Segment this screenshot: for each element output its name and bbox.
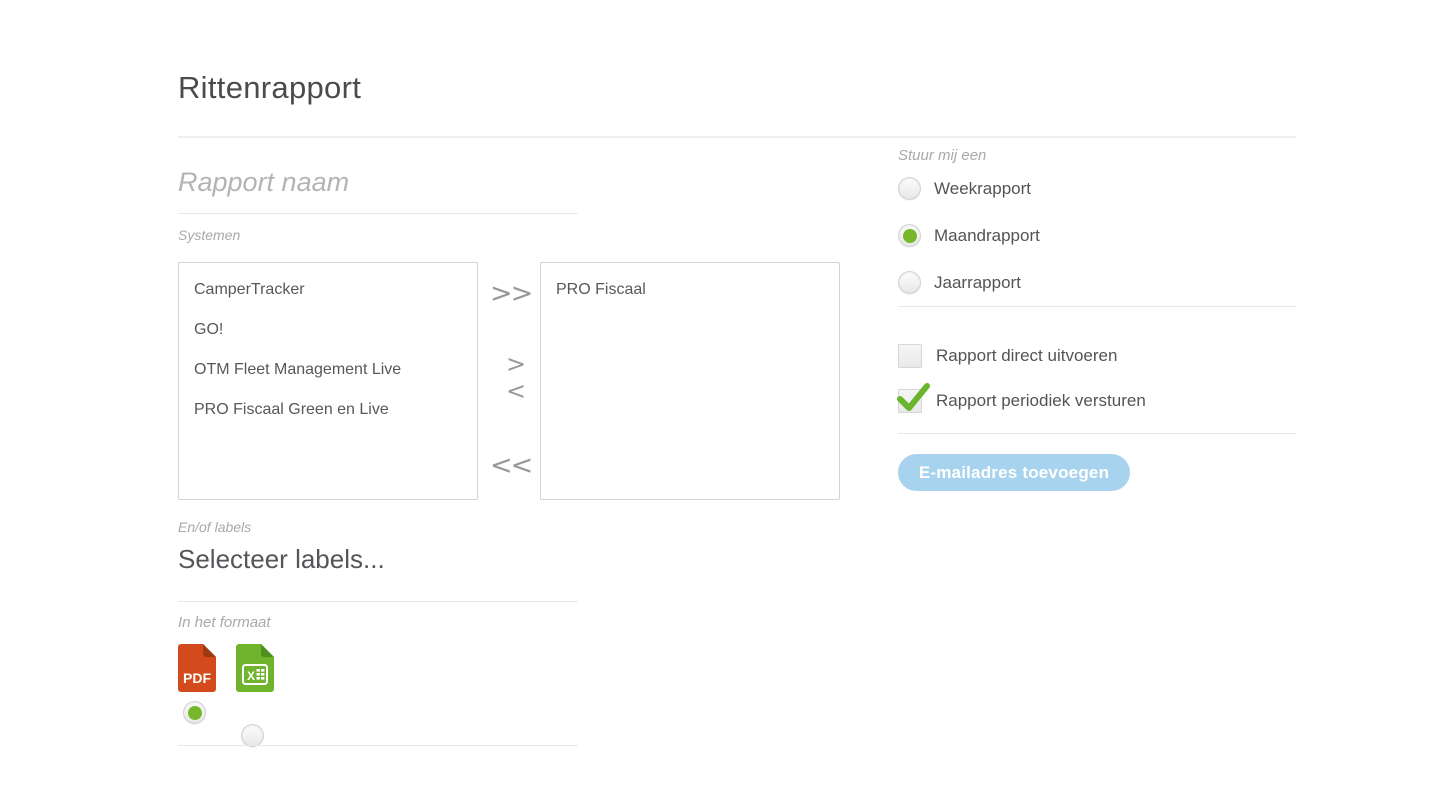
format-divider (178, 745, 578, 746)
radio-label: Weekrapport (934, 179, 1031, 199)
options-divider (898, 433, 1296, 434)
checkbox-label: Rapport periodiek versturen (936, 391, 1146, 411)
radio-weekrapport[interactable]: Weekrapport (898, 177, 1031, 200)
list-item[interactable]: PRO Fiscaal Green en Live (179, 390, 477, 430)
radio-circle[interactable] (898, 177, 921, 200)
header-divider (178, 136, 1296, 138)
move-all-left-button[interactable]: << (490, 450, 530, 481)
radio-maandrapport[interactable]: Maandrapport (898, 224, 1040, 247)
list-item[interactable]: CamperTracker (179, 270, 477, 310)
schedule-divider (898, 306, 1296, 307)
move-left-button[interactable]: < (496, 377, 536, 405)
systems-label: Systemen (178, 227, 240, 243)
checkbox-label: Rapport direct uitvoeren (936, 346, 1117, 366)
radio-label: Jaarrapport (934, 273, 1021, 293)
radio-jaarrapport[interactable]: Jaarrapport (898, 271, 1021, 294)
labels-select[interactable]: Selecteer labels... (178, 544, 578, 575)
list-item[interactable]: GO! (179, 310, 477, 350)
selected-systems-listbox[interactable]: PRO Fiscaal (540, 262, 840, 500)
radio-circle[interactable] (898, 271, 921, 294)
list-item[interactable]: PRO Fiscaal (541, 270, 839, 310)
list-item[interactable]: OTM Fleet Management Live (179, 350, 477, 390)
format-label: In het formaat (178, 614, 271, 631)
move-right-button[interactable]: > (496, 350, 536, 378)
excel-file-icon[interactable]: X (236, 644, 274, 692)
check-icon (897, 382, 931, 414)
report-name-underline (178, 213, 578, 214)
report-name-input[interactable] (178, 152, 578, 212)
page-title: Rittenrapport (178, 70, 361, 106)
available-systems-listbox[interactable]: CamperTracker GO! OTM Fleet Management L… (178, 262, 478, 500)
checkbox-square[interactable] (898, 389, 922, 413)
labels-divider (178, 601, 578, 602)
add-email-button[interactable]: E-mailadres toevoegen (898, 454, 1130, 491)
move-all-right-button[interactable]: >> (490, 278, 530, 309)
checkbox-rapport-direct[interactable]: Rapport direct uitvoeren (898, 344, 1117, 368)
radio-circle[interactable] (898, 224, 921, 247)
checkbox-rapport-periodiek[interactable]: Rapport periodiek versturen (898, 389, 1146, 413)
radio-label: Maandrapport (934, 226, 1040, 246)
schedule-label: Stuur mij een (898, 147, 986, 164)
pdf-icon-label: PDF (183, 670, 211, 686)
checkbox-square[interactable] (898, 344, 922, 368)
excel-icon-x-glyph: X (247, 669, 255, 683)
pdf-file-icon[interactable]: PDF (178, 644, 216, 692)
format-radio-pdf[interactable] (183, 701, 206, 724)
format-radio-excel[interactable] (241, 724, 264, 747)
labels-filter-label: En/of labels (178, 519, 251, 535)
